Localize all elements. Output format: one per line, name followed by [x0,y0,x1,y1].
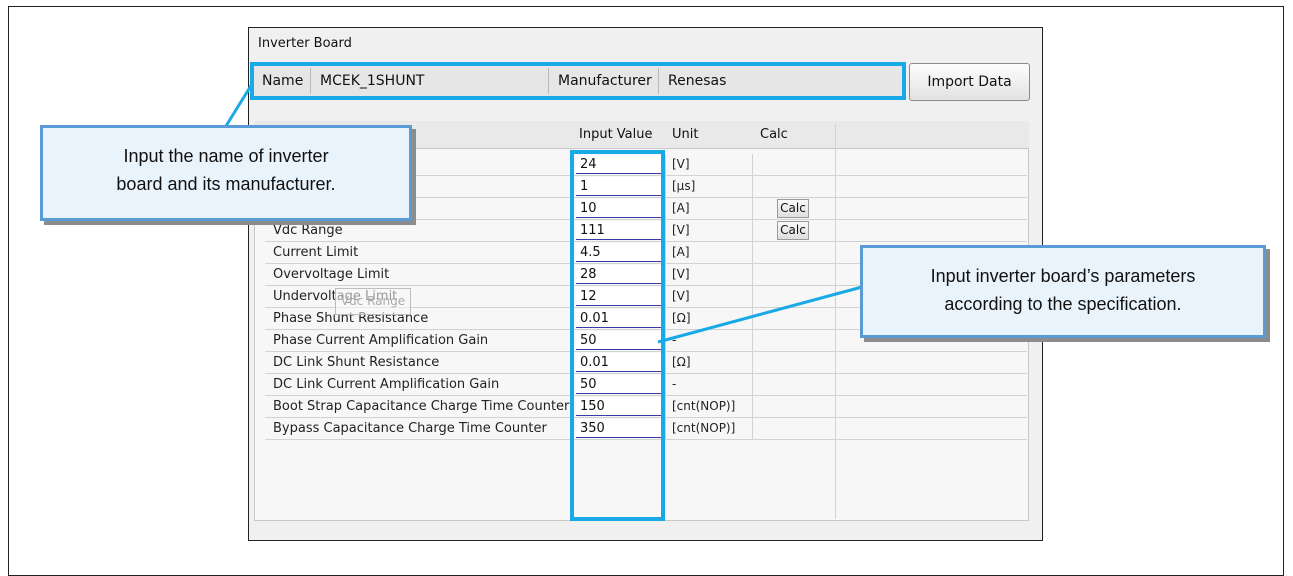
callout-left-line1: Input the name of inverter [123,146,329,166]
callout-right-line1: Input inverter board’s parameters [930,266,1196,286]
callout-left-line2: board and its manufacturer. [116,174,336,194]
callout-right-line2: according to the specification. [944,294,1182,314]
callout-name-manufacturer: Input the name of inverter board and its… [40,125,412,221]
callout-parameters: Input inverter board’s parameters accord… [860,245,1266,338]
left-connector-line [224,83,254,127]
right-connector-line [657,285,863,344]
